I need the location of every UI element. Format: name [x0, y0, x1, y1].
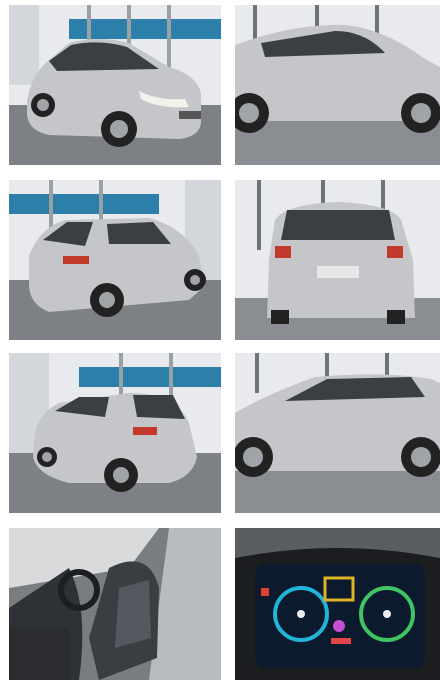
photo-gallery: [0, 0, 440, 680]
interior-image: [9, 528, 221, 680]
car-side-alt-image: [235, 353, 440, 513]
car-side-image: [235, 5, 440, 165]
photo-rear[interactable]: [235, 180, 440, 340]
photo-rear-three-quarter-alt[interactable]: [9, 353, 221, 513]
car-rear-alt-image: [9, 353, 221, 513]
car-rear-image: [9, 180, 221, 340]
photo-side-right-alt[interactable]: [235, 353, 440, 513]
photo-front-three-quarter[interactable]: [9, 5, 221, 165]
photo-rear-three-quarter[interactable]: [9, 180, 221, 340]
dashboard-image: [235, 528, 440, 680]
car-rear-straight-image: [235, 180, 440, 340]
photo-instrument-cluster[interactable]: [235, 528, 440, 680]
photo-interior-seats[interactable]: [9, 528, 221, 680]
car-front-image: [9, 5, 221, 165]
photo-side-right[interactable]: [235, 5, 440, 165]
